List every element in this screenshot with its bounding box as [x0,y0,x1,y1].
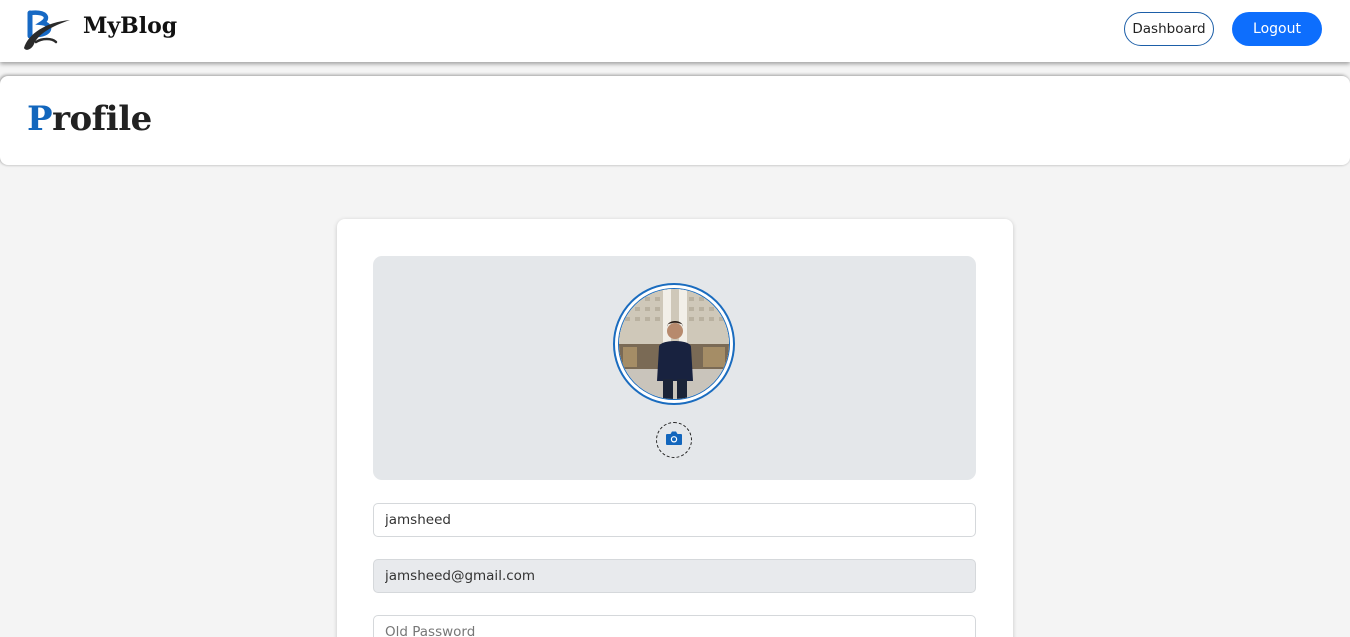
profile-photo-panel [373,256,976,480]
avatar-photo [619,289,729,399]
myblog-logo-icon[interactable] [22,8,72,54]
dashboard-button[interactable]: Dashboard [1124,12,1214,46]
profile-card [337,219,1013,637]
avatar-ring [613,283,735,405]
page-title: Profile [27,99,152,139]
old-password-input[interactable] [373,615,976,637]
page-title-first-letter: P [27,99,53,139]
camera-icon [665,430,683,451]
logout-button[interactable]: Logout [1232,12,1322,46]
navbar: MyBlog Dashboard Logout [0,0,1350,62]
brand-name[interactable]: MyBlog [83,13,177,39]
change-photo-button[interactable] [656,422,692,458]
page-header: Profile [0,76,1350,165]
page-title-rest: rofile [52,99,152,139]
email-field [373,559,976,593]
username-input[interactable] [373,503,976,537]
avatar [618,288,730,400]
